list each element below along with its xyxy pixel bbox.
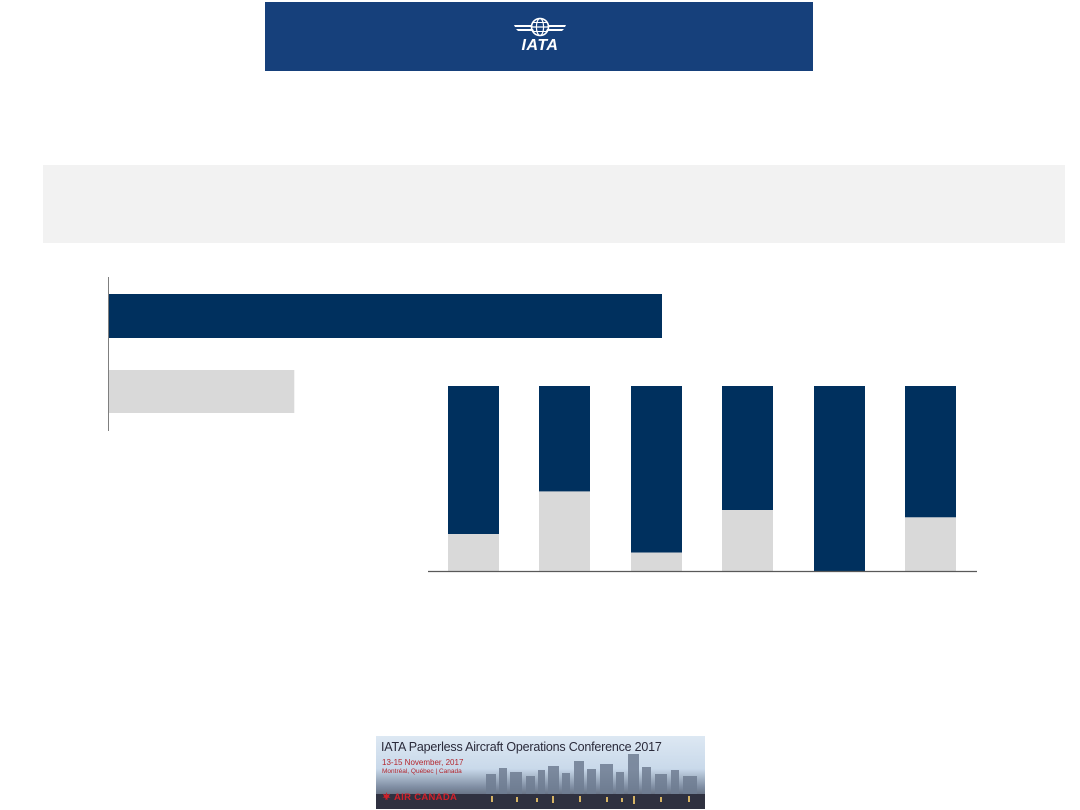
column-3-segment-1 xyxy=(631,552,682,571)
maple-leaf-icon xyxy=(382,792,391,801)
conference-dates: 13-15 November, 2017 xyxy=(382,758,464,767)
column-3-segment-2 xyxy=(631,386,682,553)
column-4-segment-2 xyxy=(722,386,773,510)
column-6-segment-1 xyxy=(905,517,956,571)
brand-text: AIR CANADA xyxy=(394,792,458,803)
hbar-2 xyxy=(109,370,295,413)
column-6-segment-2 xyxy=(905,386,956,518)
column-5-segment-2 xyxy=(814,386,865,571)
conference-location: Montréal, Québec | Canada xyxy=(382,768,462,775)
stacked-column-chart xyxy=(428,386,977,573)
column-1-segment-2 xyxy=(448,386,499,534)
conference-banner: IATA Paperless Aircraft Operations Confe… xyxy=(376,736,705,809)
hbar-1 xyxy=(109,294,662,338)
conference-title: IATA Paperless Aircraft Operations Confe… xyxy=(381,740,662,754)
column-2-segment-2 xyxy=(539,386,590,492)
charts-canvas xyxy=(108,277,977,573)
column-1-segment-1 xyxy=(448,534,499,571)
air-canada-logo: AIR CANADA xyxy=(382,792,457,803)
column-2-segment-1 xyxy=(539,491,590,571)
column-4-segment-1 xyxy=(722,509,773,571)
